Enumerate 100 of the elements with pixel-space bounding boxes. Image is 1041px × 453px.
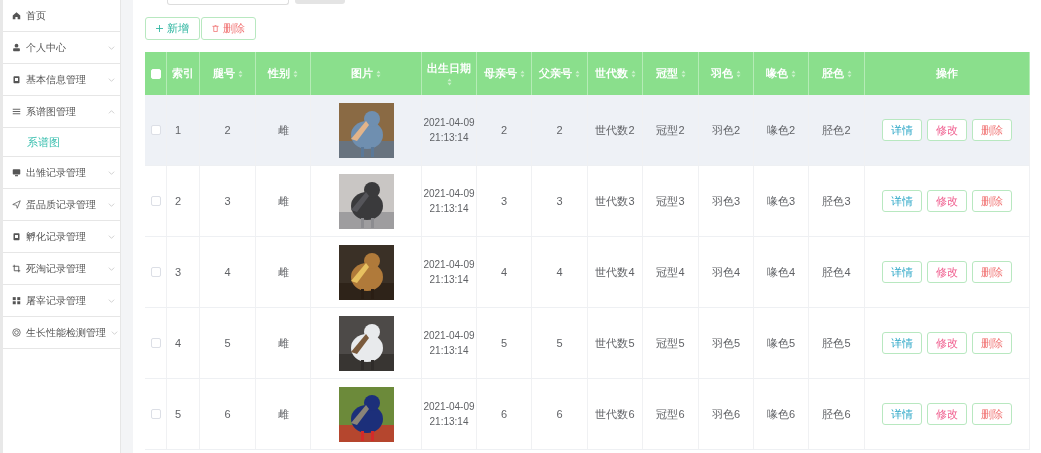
- row-checkbox[interactable]: [150, 267, 161, 277]
- menu-item[interactable]: 系谱图管理: [3, 96, 120, 128]
- edit-button[interactable]: 修改: [927, 119, 967, 141]
- table-cell: 雌: [277, 193, 289, 209]
- table-cell: 喙色5: [766, 335, 796, 351]
- table-cell: 冠型6: [656, 406, 685, 422]
- detail-button[interactable]: 详情: [882, 119, 922, 141]
- row-checkbox[interactable]: [150, 409, 161, 419]
- table-cell: 5: [175, 408, 182, 420]
- row-checkbox[interactable]: [150, 196, 161, 206]
- menu-item[interactable]: 个人中心: [3, 32, 120, 64]
- column-header: 腿号: [212, 66, 235, 81]
- delete-button[interactable]: 删除: [972, 119, 1012, 141]
- table-cell: 2: [175, 195, 182, 207]
- edit-button[interactable]: 修改: [927, 332, 967, 354]
- table-cell: 世代数5: [595, 335, 635, 351]
- chevron-down-icon: [108, 170, 115, 175]
- table-cell: 喙色3: [766, 193, 796, 209]
- detail-button[interactable]: 详情: [882, 190, 922, 212]
- table-cell: 雌: [277, 122, 289, 138]
- table-cell: 羽色3: [711, 193, 741, 209]
- sort-icon[interactable]: [630, 69, 636, 78]
- chevron-down-icon: [108, 266, 115, 271]
- detail-button[interactable]: 详情: [882, 403, 922, 425]
- menu-item[interactable]: 生长性能检测管理: [3, 317, 120, 349]
- select-all-checkbox[interactable]: [150, 68, 161, 79]
- menu-item[interactable]: 基本信息管理: [3, 64, 120, 96]
- delete-button[interactable]: 删除: [201, 17, 256, 40]
- delete-button[interactable]: 删除: [972, 403, 1012, 425]
- column-header: 胫色: [821, 66, 844, 81]
- column-header: 操作: [936, 66, 958, 81]
- column-header: 世代数: [594, 66, 628, 81]
- submenu-item[interactable]: 系谱图: [3, 128, 120, 157]
- send-icon: [12, 200, 21, 209]
- menu-item[interactable]: 蛋品质记录管理: [3, 189, 120, 221]
- table-cell: 世代数3: [595, 193, 635, 209]
- delete-button[interactable]: 删除: [972, 332, 1012, 354]
- delete-button[interactable]: 删除: [972, 261, 1012, 283]
- sort-icon[interactable]: [293, 69, 298, 78]
- column-header: 出生日期: [427, 61, 471, 76]
- table-cell: 羽色5: [711, 335, 741, 351]
- sort-icon[interactable]: [791, 69, 796, 78]
- chevron-down-icon: [111, 330, 118, 335]
- edit-button[interactable]: 修改: [927, 190, 967, 212]
- menu-item[interactable]: 首页: [3, 0, 120, 32]
- table-cell: 世代数4: [595, 264, 635, 280]
- table-cell: 4: [500, 266, 508, 278]
- table-cell: 喙色2: [766, 122, 796, 138]
- table-cell-text: 2021-04-09 21:13:14: [422, 400, 476, 429]
- table-cell-text: 2021-04-09 21:13:14: [422, 116, 476, 145]
- detail-button[interactable]: 详情: [882, 332, 922, 354]
- sort-icon[interactable]: [575, 69, 580, 78]
- edit-button[interactable]: 修改: [927, 261, 967, 283]
- menu-item[interactable]: 孵化记录管理: [3, 221, 120, 253]
- sort-icon[interactable]: [680, 69, 686, 78]
- row-checkbox[interactable]: [150, 338, 161, 348]
- table-cell-text: 2021-04-09 21:13:14: [422, 187, 476, 216]
- table-cell: 羽色6: [711, 406, 741, 422]
- menu-item[interactable]: 死淘记录管理: [3, 253, 120, 285]
- chevron-up-icon: [108, 109, 115, 114]
- sort-icon[interactable]: [376, 69, 381, 78]
- menu-item[interactable]: 出雏记录管理: [3, 157, 120, 189]
- search-field[interactable]: [167, 0, 289, 5]
- sort-icon[interactable]: [519, 69, 525, 78]
- table-cell: 2: [224, 124, 231, 136]
- table-cell: 6: [556, 408, 563, 420]
- table-cell: 世代数2: [595, 122, 635, 138]
- delete-button[interactable]: 删除: [972, 190, 1012, 212]
- menu-item[interactable]: 屠宰记录管理: [3, 285, 120, 317]
- table-cell: 喙色4: [766, 264, 796, 280]
- sort-icon[interactable]: [846, 69, 852, 78]
- table-cell: 雌: [277, 335, 289, 351]
- table-cell-text: 2021-04-09 21:13:14: [422, 329, 476, 358]
- sort-icon[interactable]: [446, 77, 452, 86]
- grid-icon: [12, 296, 21, 305]
- chevron-down-icon: [108, 45, 115, 50]
- table-cell: 胫色4: [822, 264, 851, 280]
- add-button[interactable]: 新增: [145, 17, 200, 40]
- sort-icon[interactable]: [736, 69, 741, 78]
- table-cell: 世代数6: [595, 406, 635, 422]
- edit-button[interactable]: 修改: [927, 403, 967, 425]
- table-cell: 胫色5: [822, 335, 851, 351]
- monitor-icon: [12, 168, 21, 177]
- chevron-down-icon: [108, 234, 115, 239]
- column-header: 父亲号: [539, 66, 572, 81]
- trash-icon: [212, 25, 219, 32]
- crop-icon: [12, 264, 21, 273]
- home-icon: [12, 11, 21, 20]
- table-cell: 胫色3: [822, 193, 851, 209]
- sort-icon[interactable]: [237, 69, 243, 78]
- detail-button[interactable]: 详情: [882, 261, 922, 283]
- clipboard-icon: [12, 75, 21, 84]
- table-cell: 3: [500, 195, 508, 207]
- table-cell: 4: [556, 266, 563, 278]
- chevron-down-icon: [108, 298, 115, 303]
- table-cell: 冠型3: [656, 193, 685, 209]
- table-cell: 2: [500, 124, 508, 136]
- row-checkbox[interactable]: [150, 125, 161, 135]
- list-icon: [12, 107, 21, 116]
- globe-icon: [12, 328, 21, 337]
